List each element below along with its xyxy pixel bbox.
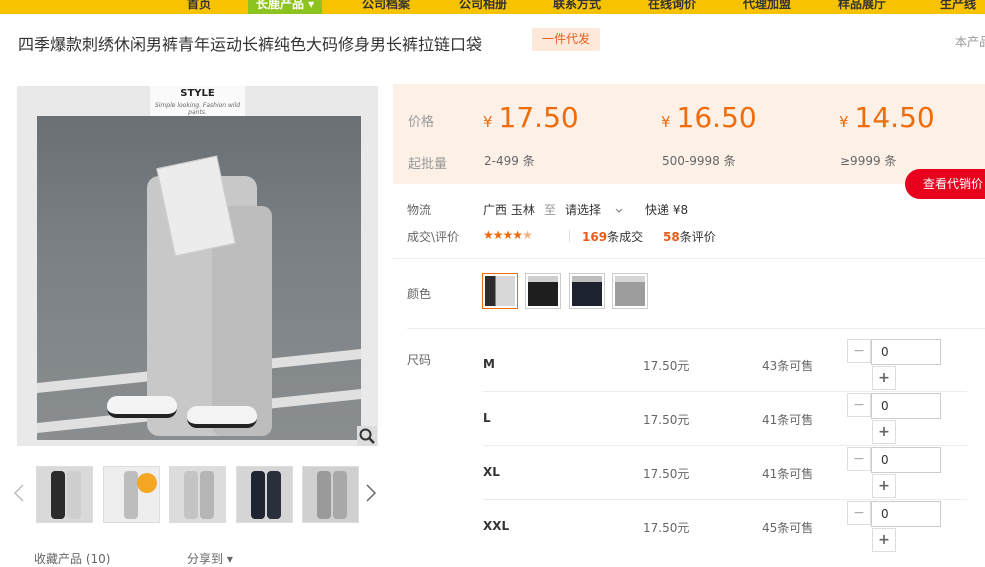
tier-range: 500-9998 条: [662, 154, 736, 168]
size-row-xl: XL 17.50元 41条可售 − 0 +: [407, 447, 967, 501]
size-price: 17.50元: [643, 359, 690, 373]
sneaker-right: [187, 406, 257, 428]
size-row-l: L 17.50元 41条可售 − 0 +: [407, 393, 967, 447]
size-name: M: [483, 357, 495, 371]
tier-range: ≥9999 条: [840, 154, 897, 168]
star-icon: ★: [512, 228, 523, 242]
right-note: 本产品: [955, 35, 985, 49]
size-price: 17.50元: [643, 413, 690, 427]
color-swatch-2[interactable]: [525, 273, 561, 309]
decrement-button[interactable]: −: [847, 447, 871, 471]
divider: [407, 328, 985, 329]
deals-label: 成交\评价: [407, 230, 460, 244]
star-half-icon: ★: [522, 228, 533, 242]
nav-item-contact[interactable]: 联系方式: [553, 0, 601, 14]
color-label: 颜色: [407, 287, 432, 301]
nav-item-products[interactable]: 长鹿产品 ▾: [248, 0, 323, 14]
deal-count[interactable]: 169条成交: [582, 228, 643, 245]
increment-button[interactable]: +: [872, 474, 896, 498]
size-stock: 43条可售: [762, 359, 814, 373]
star-icon: ★: [502, 228, 514, 242]
view-agent-price-button[interactable]: 查看代销价: [905, 169, 985, 199]
divider: [483, 391, 967, 392]
quantity-input[interactable]: 0: [871, 339, 941, 365]
size-row-xxl: XXL 17.50元 45条可售 − 0 +: [407, 501, 967, 555]
quantity-input[interactable]: 0: [871, 501, 941, 527]
logistics-label: 物流: [407, 203, 432, 217]
rating-stars: ★★★★★: [483, 228, 533, 242]
destination-select[interactable]: 请选择: [565, 201, 623, 218]
decrement-button[interactable]: −: [847, 393, 871, 417]
tier-range: 2-499 条: [484, 154, 535, 168]
thumbnail[interactable]: [236, 466, 293, 523]
chevron-right-icon[interactable]: [366, 484, 377, 507]
tier-price: ¥16.50: [661, 101, 757, 134]
size-name: XL: [483, 465, 500, 479]
size-name: L: [483, 411, 491, 425]
style-card-subtitle: Simple looking. Fashion wild pants.: [154, 102, 241, 116]
chevron-down-icon: [615, 203, 623, 217]
tier-price: ¥14.50: [839, 101, 935, 134]
promo-tag-icon: [137, 473, 157, 493]
nav-item-home[interactable]: 首页: [187, 0, 211, 14]
express-fee: 快递 ¥8: [645, 203, 689, 217]
dropship-badge: 一件代发: [532, 28, 601, 51]
decrement-button[interactable]: −: [847, 339, 871, 363]
price-panel: [393, 84, 985, 184]
divider: [483, 499, 967, 500]
nav-item-profile[interactable]: 公司档案: [362, 0, 410, 14]
color-swatch-1[interactable]: [482, 273, 518, 309]
style-card: STYLE Simple looking. Fashion wild pants…: [150, 86, 245, 116]
nav-item-agency[interactable]: 代理加盟: [743, 0, 791, 14]
quantity-input[interactable]: 0: [871, 393, 941, 419]
increment-button[interactable]: +: [872, 528, 896, 552]
ship-from: 广西 玉林: [483, 203, 535, 217]
top-nav: 首页 长鹿产品 ▾ 公司档案 公司相册 联系方式 在线询价 代理加盟 样品展厅 …: [0, 0, 985, 14]
photo-background: [37, 116, 361, 440]
review-count[interactable]: 58条评价: [663, 228, 716, 245]
main-product-image[interactable]: STYLE Simple looking. Fashion wild pants…: [17, 86, 378, 446]
size-row-m: M 17.50元 43条可售 − 0 +: [407, 339, 967, 393]
size-stock: 41条可售: [762, 467, 814, 481]
size-price: 17.50元: [643, 467, 690, 481]
style-card-title: STYLE: [180, 88, 215, 99]
sneaker-left: [107, 396, 177, 418]
decrement-button[interactable]: −: [847, 501, 871, 525]
price-label: 价格: [408, 115, 435, 130]
nav-item-inquiry[interactable]: 在线询价: [648, 0, 696, 14]
divider: [483, 445, 967, 446]
star-icon: ★: [483, 228, 494, 242]
thumbnail[interactable]: [302, 466, 359, 523]
increment-button[interactable]: +: [872, 366, 896, 390]
to-word: 至: [544, 203, 557, 217]
chevron-left-icon[interactable]: [13, 484, 24, 507]
tier-price: ¥17.50: [483, 101, 579, 134]
nav-item-samples[interactable]: 样品展厅: [838, 0, 886, 14]
magnifier-icon[interactable]: [357, 426, 377, 446]
color-swatch-3[interactable]: [569, 273, 605, 309]
size-price: 17.50元: [643, 521, 690, 535]
thumbnail[interactable]: [103, 466, 160, 523]
size-name: XXL: [483, 519, 510, 533]
divider: [393, 258, 985, 259]
increment-button[interactable]: +: [872, 420, 896, 444]
star-icon: ★: [492, 228, 504, 242]
size-stock: 45条可售: [762, 521, 814, 535]
thumbnail[interactable]: [169, 466, 226, 523]
moq-label: 起批量: [408, 157, 448, 172]
product-title: 四季爆款刺绣休闲男裤青年运动长裤纯色大码修身男长裤拉链口袋: [18, 35, 483, 54]
thumbnail[interactable]: [36, 466, 93, 523]
nav-item-album[interactable]: 公司相册: [459, 0, 507, 14]
color-swatch-4[interactable]: [612, 273, 648, 309]
size-stock: 41条可售: [762, 413, 814, 427]
nav-item-production[interactable]: 生产线: [940, 0, 976, 14]
quantity-input[interactable]: 0: [871, 447, 941, 473]
divider: [569, 230, 570, 242]
